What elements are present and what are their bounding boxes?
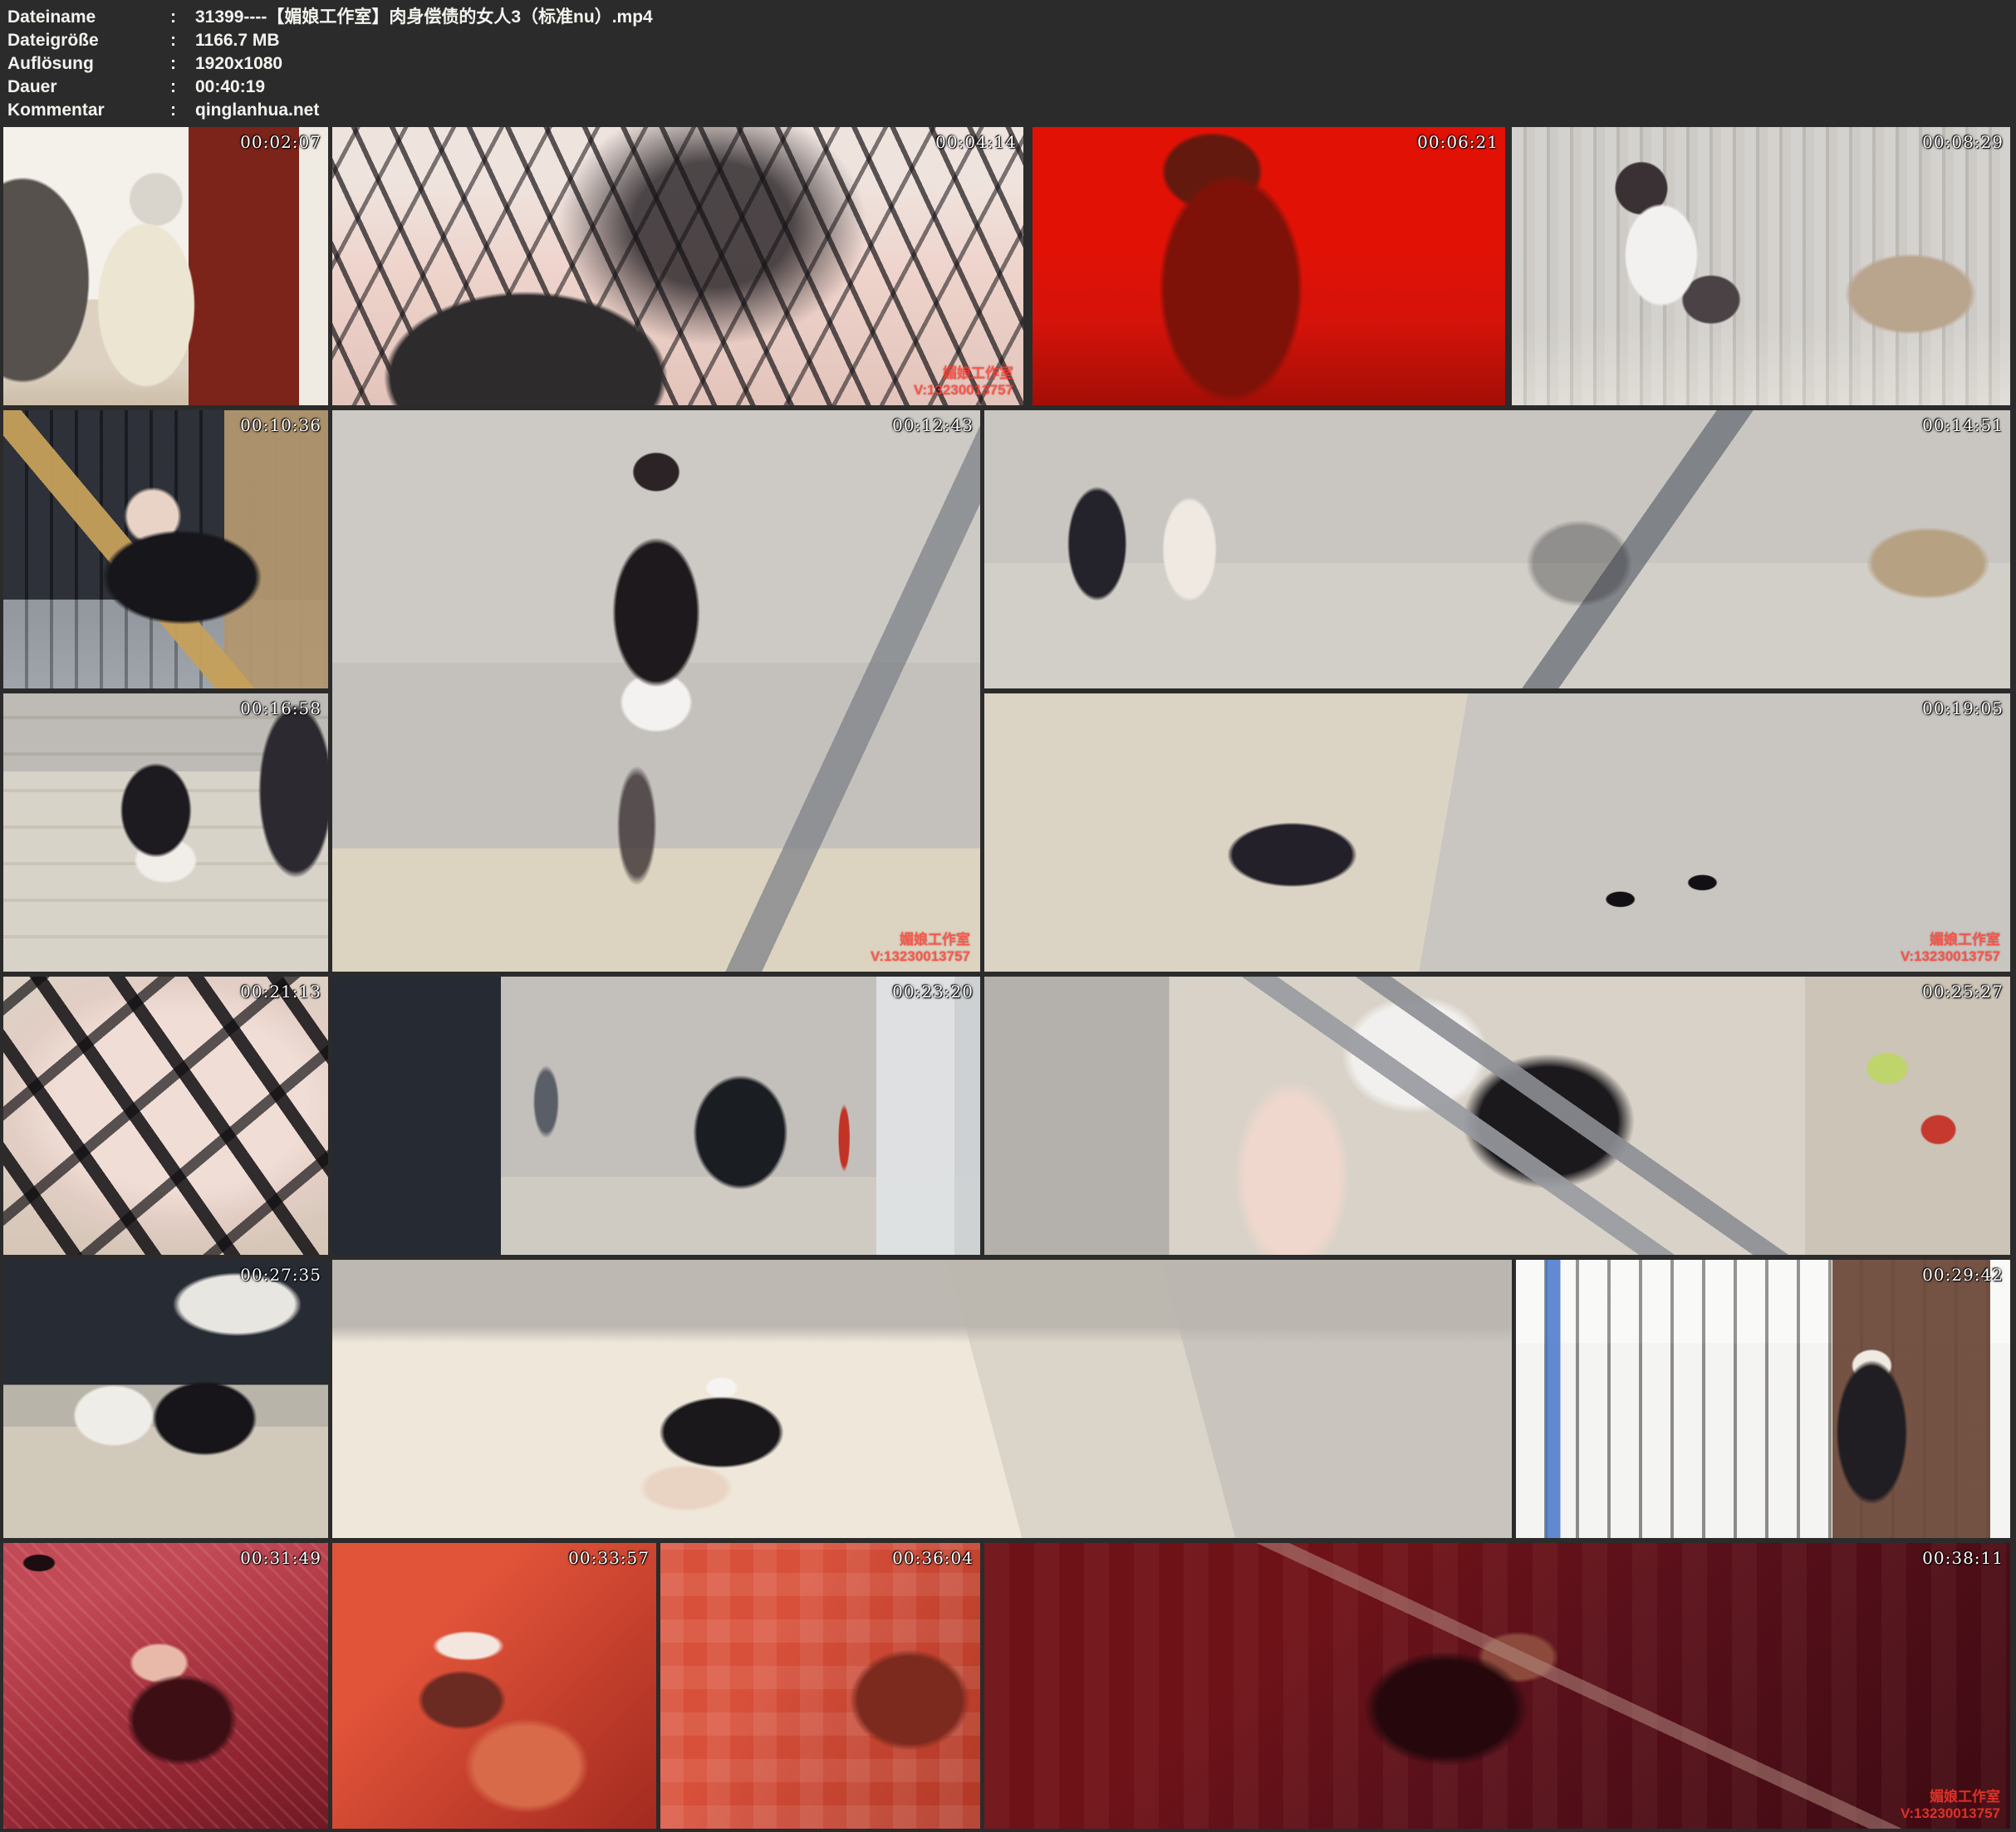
meta-value-filesize: 1166.7 MB	[195, 29, 280, 52]
timestamp-overlay: 00:21:13	[240, 982, 321, 1002]
meta-label: Dauer	[0, 76, 170, 99]
timestamp-overlay: 00:33:57	[568, 1548, 650, 1568]
timestamp-overlay: 00:08:29	[1922, 132, 2004, 152]
timestamp-overlay: 00:25:27	[1922, 982, 2004, 1002]
timestamp-overlay: 00:27:35	[240, 1265, 321, 1285]
timestamp-overlay: 00:10:36	[240, 415, 321, 435]
video-thumbnail	[332, 1260, 1512, 1538]
watermark: 媚娘工作室V:13230013757	[914, 365, 1013, 399]
video-thumbnail: 00:38:11 媚娘工作室V:13230013757	[984, 1543, 2010, 1829]
timestamp-overlay: 00:14:51	[1922, 415, 2004, 435]
timestamp-overlay: 00:29:42	[1922, 1265, 2004, 1285]
video-thumbnail: 00:06:21	[1033, 127, 1505, 405]
meta-row-duration: Dauer : 00:40:19	[0, 76, 2016, 99]
meta-value-filename: 31399----【媚娘工作室】肉身偿债的女人3（标准nu）.mp4	[195, 6, 653, 29]
video-thumbnail: 00:25:27	[984, 977, 2010, 1255]
meta-separator: :	[170, 52, 195, 76]
video-thumbnail: 00:02:07	[3, 127, 328, 405]
meta-value-resolution: 1920x1080	[195, 52, 282, 76]
video-thumbnail: 00:14:51	[984, 410, 2010, 688]
video-thumbnail: 00:04:14 媚娘工作室V:13230013757	[332, 127, 1023, 405]
video-thumbnail: 00:33:57	[332, 1543, 656, 1829]
timestamp-overlay: 00:38:11	[1922, 1548, 2004, 1568]
timestamp-overlay: 00:06:21	[1417, 132, 1499, 152]
metadata-header: Dateiname : 31399----【媚娘工作室】肉身偿债的女人3（标准n…	[0, 0, 2016, 125]
meta-label: Kommentar	[0, 99, 170, 122]
timestamp-overlay: 00:04:14	[935, 132, 1017, 152]
meta-value-comment: qinglanhua.net	[195, 99, 319, 122]
meta-value-duration: 00:40:19	[195, 76, 265, 99]
video-thumbnail: 00:16:58	[3, 693, 328, 972]
timestamp-overlay: 00:23:20	[892, 982, 974, 1002]
meta-separator: :	[170, 99, 195, 122]
timestamp-overlay: 00:16:58	[240, 698, 321, 718]
meta-separator: :	[170, 76, 195, 99]
video-thumbnail: 00:12:43 媚娘工作室V:13230013757	[332, 410, 980, 972]
meta-row-filename: Dateiname : 31399----【媚娘工作室】肉身偿债的女人3（标准n…	[0, 6, 2016, 29]
timestamp-overlay: 00:31:49	[240, 1548, 321, 1568]
meta-row-resolution: Auflösung : 1920x1080	[0, 52, 2016, 76]
video-thumbnail: 00:21:13	[3, 977, 328, 1255]
video-thumbnail: 00:27:35	[3, 1260, 328, 1538]
meta-label: Auflösung	[0, 52, 170, 76]
meta-row-filesize: Dateigröße : 1166.7 MB	[0, 29, 2016, 52]
timestamp-overlay: 00:02:07	[240, 132, 321, 152]
video-thumbnail: 00:08:29	[1512, 127, 2010, 405]
timestamp-overlay: 00:36:04	[892, 1548, 974, 1568]
video-thumbnail: 00:36:04	[660, 1543, 980, 1829]
video-thumbnail: 00:31:49	[3, 1543, 328, 1829]
meta-label: Dateigröße	[0, 29, 170, 52]
watermark: 媚娘工作室V:13230013757	[871, 932, 970, 965]
timestamp-overlay: 00:12:43	[892, 415, 974, 435]
video-thumbnail: 00:23:20	[332, 977, 980, 1255]
video-thumbnail: 00:10:36	[3, 410, 328, 688]
watermark: 媚娘工作室V:13230013757	[1901, 932, 2000, 965]
meta-separator: :	[170, 29, 195, 52]
video-thumbnail: 00:29:42	[1516, 1260, 2010, 1538]
video-thumbnail: 00:19:05 媚娘工作室V:13230013757	[984, 693, 2010, 972]
meta-label: Dateiname	[0, 6, 170, 29]
watermark: 媚娘工作室V:13230013757	[1901, 1789, 2000, 1822]
timestamp-overlay: 00:19:05	[1922, 698, 2004, 718]
meta-separator: :	[170, 6, 195, 29]
meta-row-comment: Kommentar : qinglanhua.net	[0, 99, 2016, 122]
